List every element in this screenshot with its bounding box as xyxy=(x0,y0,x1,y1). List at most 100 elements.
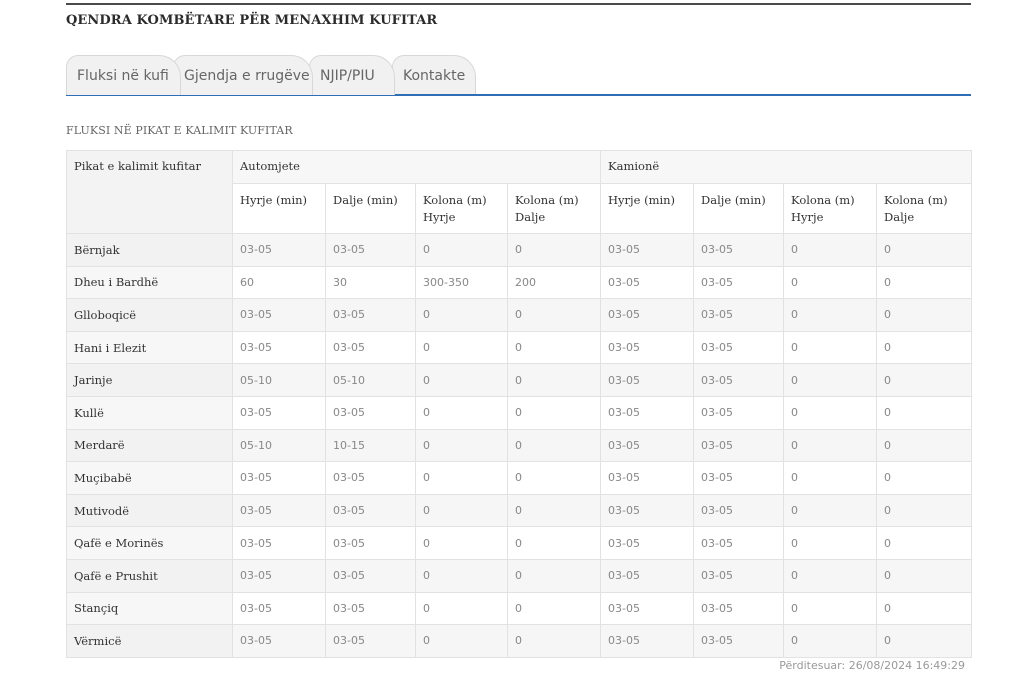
tab-njip-piu[interactable]: NJIP/PIU xyxy=(309,55,395,95)
table-cell: 60 xyxy=(232,265,326,300)
table-cell: 200 xyxy=(506,265,602,300)
table-cell: 0 xyxy=(783,526,878,560)
table-cell: 0 xyxy=(783,591,878,626)
column-header: Hyrje (min) xyxy=(600,183,695,234)
table-cell: 0 xyxy=(415,363,508,397)
table-cell: 300-350 xyxy=(415,265,508,300)
table-cell: 03-05 xyxy=(325,233,416,267)
table-cell: 0 xyxy=(506,526,602,560)
crossing-point-name: Glloboqicë xyxy=(66,298,233,332)
crossing-point-name: Mutivodë xyxy=(66,493,233,528)
table-row: Muçibabë 03-05 03-05 0 0 03-05 03-05 0 0 xyxy=(66,461,973,495)
table-cell: 0 xyxy=(783,493,878,528)
table-cell: 0 xyxy=(876,624,973,658)
table-cell: 03-05 xyxy=(325,591,416,626)
table-cell: 03-05 xyxy=(600,591,695,626)
table-cell: 03-05 xyxy=(325,298,416,332)
table-cell: 0 xyxy=(783,330,878,365)
table-cell: 0 xyxy=(506,363,602,397)
table-cell: 03-05 xyxy=(693,428,785,463)
table-cell: 03-05 xyxy=(232,330,326,365)
column-header-text: Kolona (m) xyxy=(423,193,487,207)
table-cell: 0 xyxy=(506,591,602,626)
column-header: Dalje (min) xyxy=(693,183,785,234)
table-row: Vërmicë 03-05 03-05 0 0 03-05 03-05 0 0 xyxy=(66,624,973,658)
table-cell: 03-05 xyxy=(600,558,695,593)
column-header-text: Kolona (m) xyxy=(884,193,948,207)
table-cell: 03-05 xyxy=(232,558,326,593)
crossing-point-name: Muçibabë xyxy=(66,461,233,495)
table-cell: 03-05 xyxy=(693,363,785,397)
table-cell: 03-05 xyxy=(600,330,695,365)
place-column-header: Pikat e kalimit kufitar xyxy=(66,150,233,234)
table-cell: 03-05 xyxy=(693,330,785,365)
crossing-point-name: Stançiq xyxy=(66,591,233,626)
table-cell: 0 xyxy=(876,298,973,332)
table-cell: 03-05 xyxy=(693,233,785,267)
column-header-text: Dalje xyxy=(884,210,915,224)
table-header-row-groups: Pikat e kalimit kufitar Automjete Kamion… xyxy=(66,150,973,234)
table-cell: 03-05 xyxy=(600,461,695,495)
column-header: Kolona (m) Dalje xyxy=(876,183,973,234)
table-cell: 03-05 xyxy=(693,395,785,430)
table-cell: 0 xyxy=(506,395,602,430)
crossing-point-name: Bërnjak xyxy=(66,233,233,267)
table-cell: 03-05 xyxy=(600,363,695,397)
crossing-point-name: Kullë xyxy=(66,395,233,430)
table-cell: 0 xyxy=(876,265,973,300)
crossing-point-name: Qafë e Morinës xyxy=(66,526,233,560)
table-row: Glloboqicë 03-05 03-05 0 0 03-05 03-05 0 0 xyxy=(66,298,973,332)
crossing-point-name: Qafë e Prushit xyxy=(66,558,233,593)
table-cell: 0 xyxy=(783,265,878,300)
table-cell: 0 xyxy=(876,558,973,593)
crossing-point-name: Merdarë xyxy=(66,428,233,463)
top-divider xyxy=(66,3,971,5)
table-cell: 05-10 xyxy=(232,363,326,397)
table-row: Kullë 03-05 03-05 0 0 03-05 03-05 0 0 xyxy=(66,395,973,430)
table-cell: 03-05 xyxy=(325,461,416,495)
table-cell: 03-05 xyxy=(600,395,695,430)
table-row: Jarinje 05-10 05-10 0 0 03-05 03-05 0 0 xyxy=(66,363,973,397)
column-header: Kolona (m) Hyrje xyxy=(415,183,508,234)
table-row: Qafë e Prushit 03-05 03-05 0 0 03-05 03-05 0 0 xyxy=(66,558,973,593)
border-flux-table: Pikat e kalimit kufitar Automjete Kamion… xyxy=(66,150,973,658)
crossing-point-name: Hani i Elezit xyxy=(66,330,233,365)
table-cell: 03-05 xyxy=(325,395,416,430)
page: QENDRA KOMBËTARE PËR MENAXHIM KUFITAR Fl… xyxy=(0,0,1024,686)
table-cell: 0 xyxy=(783,558,878,593)
table-cell: 03-05 xyxy=(693,591,785,626)
table-row: Dheu i Bardhë 60 30 300-350 200 03-05 03-05 0 0 xyxy=(66,265,973,300)
table-cell: 03-05 xyxy=(693,558,785,593)
tab-bar: Fluksi në kufi Gjendja e rrugëve NJIP/PI… xyxy=(66,55,971,95)
tab-fluksi-ne-kufi[interactable]: Fluksi në kufi xyxy=(66,55,181,95)
table-cell: 0 xyxy=(783,428,878,463)
table-cell: 0 xyxy=(415,624,508,658)
table-cell: 03-05 xyxy=(325,330,416,365)
table-cell: 0 xyxy=(506,558,602,593)
table-cell: 0 xyxy=(876,591,973,626)
table-row: Merdarë 05-10 10-15 0 0 03-05 03-05 0 0 xyxy=(66,428,973,463)
column-header-text: Hyrje (min) xyxy=(608,193,676,207)
table-cell: 10-15 xyxy=(325,428,416,463)
table-cell: 03-05 xyxy=(325,558,416,593)
last-updated: Përditesuar: 26/08/2024 16:49:29 xyxy=(779,659,965,672)
tab-kontakte[interactable]: Kontakte xyxy=(392,55,476,95)
table-cell: 0 xyxy=(415,428,508,463)
crossing-point-name: Dheu i Bardhë xyxy=(66,265,233,300)
column-header-text: Hyrje (min) xyxy=(240,193,308,207)
column-header-text: Dalje (min) xyxy=(701,193,766,207)
column-header-text: Kolona (m) xyxy=(791,193,855,207)
column-header: Hyrje (min) xyxy=(232,183,326,234)
table-row: Qafë e Morinës 03-05 03-05 0 0 03-05 03-05 0 0 xyxy=(66,526,973,560)
table-cell: 03-05 xyxy=(232,298,326,332)
table-cell: 03-05 xyxy=(232,233,326,267)
tab-gjendja-e-rrugeve[interactable]: Gjendja e rrugëve xyxy=(173,55,313,95)
table-cell: 03-05 xyxy=(693,493,785,528)
table-cell: 05-10 xyxy=(232,428,326,463)
column-header: Dalje (min) xyxy=(325,183,416,234)
crossing-point-name: Vërmicë xyxy=(66,624,233,658)
table-cell: 03-05 xyxy=(693,526,785,560)
table-cell: 0 xyxy=(783,624,878,658)
column-header: Kolona (m) Hyrje xyxy=(783,183,878,234)
table-cell: 0 xyxy=(876,493,973,528)
